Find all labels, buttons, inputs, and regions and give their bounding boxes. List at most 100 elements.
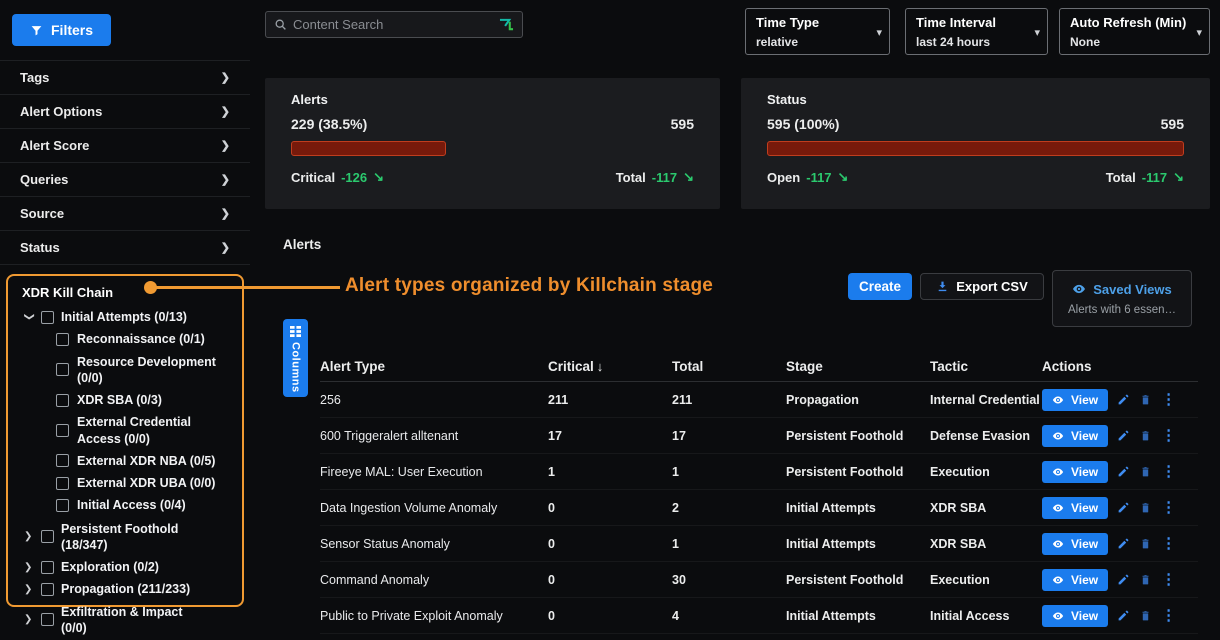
tree-item-exploration[interactable]: ❯ Exploration (0/2) bbox=[12, 556, 238, 578]
view-button[interactable]: View bbox=[1042, 533, 1108, 555]
checkbox-exploration[interactable] bbox=[41, 561, 54, 574]
more-options-icon[interactable]: ⋮ bbox=[1161, 428, 1176, 443]
saved-views-button[interactable]: Saved Views Alerts with 6 essen… bbox=[1052, 270, 1192, 327]
open-progress-track bbox=[767, 141, 1184, 156]
create-button-label: Create bbox=[859, 279, 901, 294]
checkbox-xdr-sba[interactable] bbox=[56, 394, 69, 407]
edit-icon[interactable] bbox=[1117, 537, 1130, 550]
tree-item-initial-attempts[interactable]: ❯ Initial Attempts (0/13) bbox=[12, 306, 238, 328]
cell-total: 17 bbox=[672, 429, 786, 443]
delete-icon[interactable] bbox=[1139, 537, 1152, 550]
checkbox-external-xdr-nba[interactable] bbox=[56, 454, 69, 467]
cell-total: 1 bbox=[672, 537, 786, 551]
sidebar-item-queries[interactable]: Queries ❯ bbox=[0, 163, 250, 197]
more-options-icon[interactable]: ⋮ bbox=[1161, 536, 1176, 551]
time-interval-dropdown[interactable]: Time Interval last 24 hours ▾ bbox=[905, 8, 1048, 55]
chevron-down-icon: ▾ bbox=[1196, 26, 1202, 39]
total-count-value: 595 bbox=[671, 116, 694, 132]
more-options-icon[interactable]: ⋮ bbox=[1161, 464, 1176, 479]
sidebar-item-status[interactable]: Status ❯ bbox=[0, 231, 250, 265]
delete-icon[interactable] bbox=[1139, 429, 1152, 442]
header-tactic[interactable]: Tactic bbox=[930, 359, 1042, 374]
tree-item-xdr-sba[interactable]: XDR SBA (0/3) bbox=[56, 390, 238, 410]
header-critical[interactable]: Critical↓ bbox=[548, 359, 672, 374]
view-button-label: View bbox=[1071, 429, 1098, 443]
view-button[interactable]: View bbox=[1042, 425, 1108, 447]
tree-item-external-credential-access[interactable]: External Credential Access (0/0) bbox=[56, 412, 238, 449]
edit-icon[interactable] bbox=[1117, 465, 1130, 478]
delete-icon[interactable] bbox=[1139, 573, 1152, 586]
search-input[interactable] bbox=[293, 17, 493, 32]
columns-button[interactable]: Columns bbox=[283, 319, 308, 397]
view-button[interactable]: View bbox=[1042, 605, 1108, 627]
tree-item-initial-access[interactable]: Initial Access (0/4) bbox=[56, 495, 238, 515]
cell-stage: Initial Attempts bbox=[786, 609, 930, 623]
time-type-dropdown[interactable]: Time Type relative ▾ bbox=[745, 8, 890, 55]
caret-collapsed-icon: ❯ bbox=[24, 614, 34, 625]
checkbox-reconnaissance[interactable] bbox=[56, 333, 69, 346]
edit-icon[interactable] bbox=[1117, 501, 1130, 514]
grid-columns-icon bbox=[290, 326, 301, 337]
more-options-icon[interactable]: ⋮ bbox=[1161, 392, 1176, 407]
tree-item-label: Initial Access (0/4) bbox=[77, 497, 186, 513]
more-options-icon[interactable]: ⋮ bbox=[1161, 572, 1176, 587]
header-stage[interactable]: Stage bbox=[786, 359, 930, 374]
checkbox-initial-attempts[interactable] bbox=[41, 311, 54, 324]
caret-collapsed-icon: ❯ bbox=[24, 531, 34, 542]
tree-item-label: Persistent Foothold (18/347) bbox=[61, 521, 211, 554]
tree-item-resource-development[interactable]: Resource Development (0/0) bbox=[56, 352, 238, 389]
checkbox-resource-development[interactable] bbox=[56, 363, 69, 376]
annotation-connector-line bbox=[152, 286, 340, 289]
tree-item-label: Exfiltration & Impact (0/0) bbox=[61, 604, 211, 637]
header-total[interactable]: Total bbox=[672, 359, 786, 374]
alerts-section-title: Alerts bbox=[283, 237, 321, 252]
tree-item-reconnaissance[interactable]: Reconnaissance (0/1) bbox=[56, 329, 238, 349]
delete-icon[interactable] bbox=[1139, 393, 1152, 406]
checkbox-propagation[interactable] bbox=[41, 583, 54, 596]
caret-expanded-icon: ❯ bbox=[24, 312, 35, 322]
total-count-value: 595 bbox=[1161, 116, 1184, 132]
tree-item-propagation[interactable]: ❯ Propagation (211/233) bbox=[12, 578, 238, 600]
sidebar-item-alert-score[interactable]: Alert Score ❯ bbox=[0, 129, 250, 163]
export-csv-button[interactable]: Export CSV bbox=[920, 273, 1044, 300]
view-button[interactable]: View bbox=[1042, 389, 1108, 411]
chevron-right-icon: ❯ bbox=[221, 207, 230, 220]
cell-total: 2 bbox=[672, 501, 786, 515]
edit-icon[interactable] bbox=[1117, 393, 1130, 406]
tree-item-external-xdr-uba[interactable]: External XDR UBA (0/0) bbox=[56, 473, 238, 493]
filters-button[interactable]: Filters bbox=[12, 14, 111, 46]
checkbox-external-xdr-uba[interactable] bbox=[56, 477, 69, 490]
checkbox-persistent-foothold[interactable] bbox=[41, 530, 54, 543]
open-progress-bar bbox=[767, 141, 1184, 156]
dropdown-label: Time Type bbox=[756, 15, 867, 30]
view-button[interactable]: View bbox=[1042, 569, 1108, 591]
checkbox-external-credential-access[interactable] bbox=[56, 424, 69, 437]
auto-refresh-dropdown[interactable]: Auto Refresh (Min) None ▾ bbox=[1059, 8, 1210, 55]
delete-icon[interactable] bbox=[1139, 465, 1152, 478]
checkbox-exfiltration-impact[interactable] bbox=[41, 613, 54, 626]
header-alert-type[interactable]: Alert Type bbox=[320, 359, 548, 374]
annotation-text: Alert types organized by Killchain stage bbox=[345, 275, 713, 297]
delete-icon[interactable] bbox=[1139, 609, 1152, 622]
sidebar-item-source[interactable]: Source ❯ bbox=[0, 197, 250, 231]
sidebar-item-alert-options[interactable]: Alert Options ❯ bbox=[0, 95, 250, 129]
more-options-icon[interactable]: ⋮ bbox=[1161, 608, 1176, 623]
tree-item-external-xdr-nba[interactable]: External XDR NBA (0/5) bbox=[56, 451, 238, 471]
view-button[interactable]: View bbox=[1042, 497, 1108, 519]
more-options-icon[interactable]: ⋮ bbox=[1161, 500, 1176, 515]
sidebar-item-tags[interactable]: Tags ❯ bbox=[0, 61, 250, 95]
trend-down-icon: ↘ bbox=[683, 169, 694, 185]
checkbox-initial-access[interactable] bbox=[56, 499, 69, 512]
tree-item-exfiltration-impact[interactable]: ❯ Exfiltration & Impact (0/0) bbox=[12, 601, 238, 640]
edit-icon[interactable] bbox=[1117, 429, 1130, 442]
delete-icon[interactable] bbox=[1139, 501, 1152, 514]
cell-stage: Persistent Foothold bbox=[786, 573, 930, 587]
cell-alert-type: 256 bbox=[320, 393, 548, 407]
edit-icon[interactable] bbox=[1117, 609, 1130, 622]
tree-item-persistent-foothold[interactable]: ❯ Persistent Foothold (18/347) bbox=[12, 518, 238, 557]
create-button[interactable]: Create bbox=[848, 273, 912, 300]
cell-total: 211 bbox=[672, 393, 786, 407]
search-brand-icon[interactable] bbox=[499, 18, 514, 32]
view-button[interactable]: View bbox=[1042, 461, 1108, 483]
edit-icon[interactable] bbox=[1117, 573, 1130, 586]
